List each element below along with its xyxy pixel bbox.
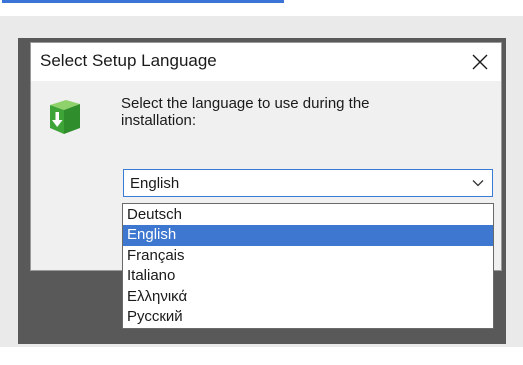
close-button[interactable] bbox=[459, 43, 501, 81]
language-option-greek[interactable]: Ελληνικά bbox=[123, 287, 493, 307]
language-option-francais[interactable]: Français bbox=[123, 246, 493, 266]
setup-install-icon bbox=[50, 100, 80, 134]
dialog-titlebar: Select Setup Language bbox=[31, 43, 501, 81]
close-icon bbox=[472, 54, 488, 70]
language-option-deutsch[interactable]: Deutsch bbox=[123, 205, 493, 225]
language-option-italiano[interactable]: Italiano bbox=[123, 266, 493, 286]
language-prompt: Select the language to use during the in… bbox=[121, 95, 370, 129]
language-option-english[interactable]: English bbox=[123, 225, 493, 246]
language-combobox-value: English bbox=[130, 175, 180, 192]
language-option-russian[interactable]: Русский bbox=[123, 307, 493, 327]
top-accent-line bbox=[2, 0, 284, 3]
language-dropdown-list[interactable]: Deutsch English Français Italiano Ελληνι… bbox=[122, 203, 494, 329]
chevron-down-icon bbox=[472, 180, 484, 187]
dialog-title: Select Setup Language bbox=[40, 51, 217, 70]
language-combobox[interactable]: English bbox=[123, 169, 493, 197]
